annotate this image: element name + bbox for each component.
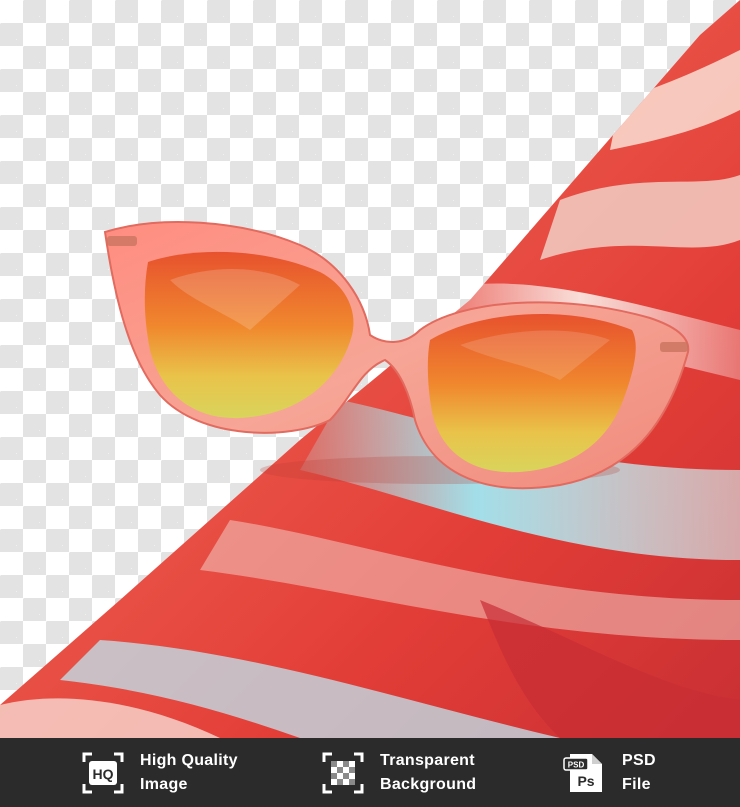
transparent-background-icon <box>320 750 366 796</box>
feature-footer: HQ High Quality Image Transparent Backgr… <box>0 738 740 807</box>
svg-text:Ps: Ps <box>577 773 594 789</box>
svg-text:PSD: PSD <box>568 760 585 769</box>
feature-line2: Background <box>380 775 477 793</box>
feature-psd-file: PSD Ps PSD File <box>562 738 656 807</box>
feature-line1: High Quality <box>140 751 238 769</box>
feature-line1: Transparent <box>380 751 475 769</box>
feature-high-quality: HQ High Quality Image <box>80 738 238 807</box>
product-scene <box>0 0 740 738</box>
feature-transparent-background: Transparent Background <box>320 738 476 807</box>
svg-text:HQ: HQ <box>93 766 114 782</box>
feature-line2: File <box>622 775 651 793</box>
psd-file-icon: PSD Ps <box>562 750 608 796</box>
feature-line1: PSD <box>622 751 656 769</box>
hq-icon: HQ <box>80 750 126 796</box>
image-canvas: HQ High Quality Image Transparent Backgr… <box>0 0 740 807</box>
artwork <box>0 0 740 738</box>
feature-line2: Image <box>140 775 188 793</box>
